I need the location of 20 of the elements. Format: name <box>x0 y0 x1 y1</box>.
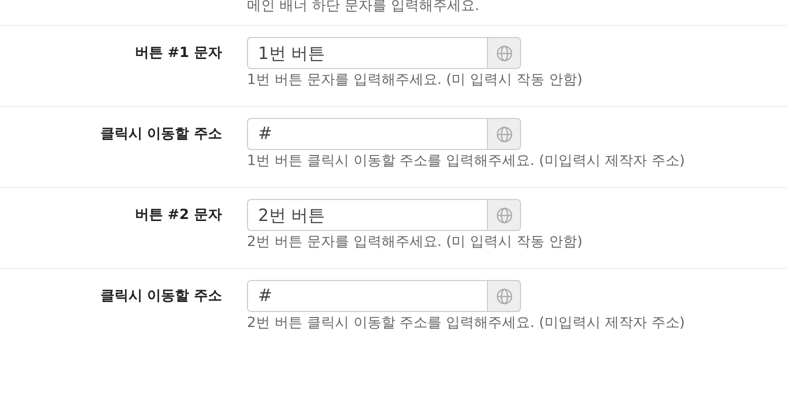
text-field[interactable]: # <box>247 280 487 312</box>
addon-button[interactable] <box>487 199 521 231</box>
field-label: 클릭시 이동할 주소 <box>99 125 222 143</box>
field-label: 버튼 #1 문자 <box>134 44 222 62</box>
help-text: 2번 버튼 문자를 입력해주세요. (미 입력시 작동 안함) <box>247 233 582 251</box>
globe-icon <box>496 126 512 142</box>
addon-button[interactable] <box>487 280 521 312</box>
text-field[interactable]: 1번 버튼 <box>247 37 487 69</box>
help-text: 2번 버튼 클릭시 이동할 주소를 입력해주세요. (미입력시 제작자 주소) <box>247 314 685 332</box>
addon-button[interactable] <box>487 118 521 150</box>
field-label: 버튼 #2 문자 <box>134 206 222 224</box>
help-text: 1번 버튼 클릭시 이동할 주소를 입력해주세요. (미입력시 제작자 주소) <box>247 152 685 170</box>
text-field[interactable]: # <box>247 118 487 150</box>
field-label: 클릭시 이동할 주소 <box>99 287 222 305</box>
globe-icon <box>496 206 512 224</box>
globe-icon <box>496 44 512 62</box>
globe-icon <box>496 288 512 304</box>
text-field[interactable]: 2번 버튼 <box>247 199 487 231</box>
help-text: 1번 버튼 문자를 입력해주세요. (미 입력시 작동 안함) <box>247 71 582 89</box>
addon-button[interactable] <box>487 37 521 69</box>
